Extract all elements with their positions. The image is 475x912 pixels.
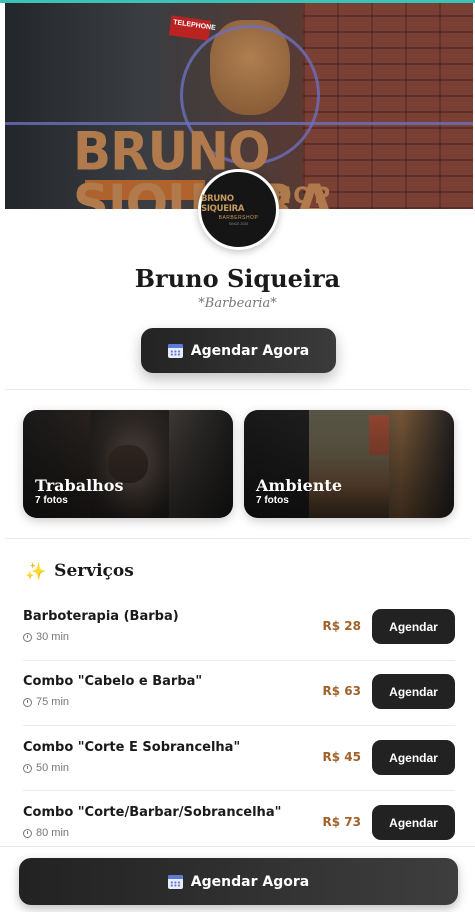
- service-item: Combo "Cabelo e Barba" 75 min R$ 63 Agen…: [23, 674, 455, 724]
- gallery-card-ambiente[interactable]: Ambiente 7 fotos: [244, 410, 454, 518]
- services-heading: ✨ Serviços: [25, 561, 134, 581]
- book-service-button[interactable]: Agendar: [372, 740, 455, 775]
- book-now-label: Agendar Agora: [190, 342, 310, 359]
- gallery-card-count: 7 fotos: [35, 495, 68, 506]
- service-duration-text: 80 min: [36, 827, 70, 839]
- service-duration-text: 50 min: [36, 762, 70, 774]
- book-now-button[interactable]: Agendar Agora: [141, 328, 336, 373]
- book-service-button[interactable]: Agendar: [372, 609, 455, 644]
- service-duration: 75 min: [23, 696, 69, 708]
- top-accent-line: [0, 0, 475, 3]
- service-duration-text: 75 min: [36, 696, 70, 708]
- clock-icon: [23, 632, 32, 642]
- calendar-icon: [167, 343, 183, 358]
- service-name: Barboterapia (Barba): [23, 609, 179, 624]
- business-logo: BRUNO SIQUEIRA BARBERSHOP SINCE 2020: [198, 169, 279, 250]
- section-divider: [5, 538, 470, 539]
- service-divider: [23, 660, 455, 661]
- clock-icon: [23, 828, 32, 838]
- logo-line-2: BARBERSHOP: [218, 214, 259, 221]
- service-duration: 30 min: [23, 631, 69, 643]
- logo-line-3: SINCE 2020: [228, 221, 249, 226]
- calendar-icon: [167, 874, 183, 889]
- gallery-card-title: Ambiente: [256, 476, 342, 495]
- section-divider: [5, 389, 470, 390]
- service-price: R$ 63: [322, 684, 361, 698]
- services-title: Serviços: [54, 561, 134, 581]
- sparkles-icon: ✨: [25, 561, 47, 581]
- service-name: Combo "Corte/Barbar/Sobrancelha": [23, 805, 282, 820]
- service-name: Combo "Corte E Sobrancelha": [23, 740, 241, 755]
- service-price: R$ 45: [322, 750, 361, 764]
- service-price: R$ 28: [322, 619, 361, 633]
- logo-line-1: BRUNO SIQUEIRA: [201, 193, 245, 214]
- sticky-book-now-button[interactable]: Agendar Agora: [19, 858, 458, 905]
- clock-icon: [23, 697, 32, 707]
- book-service-button[interactable]: Agendar: [372, 674, 455, 709]
- business-category: *Barbearia*: [198, 296, 277, 311]
- service-item: Combo "Corte E Sobrancelha" 50 min R$ 45…: [23, 740, 455, 790]
- sticky-book-now-label: Agendar Agora: [190, 873, 310, 890]
- service-item: Barboterapia (Barba) 30 min R$ 28 Agenda…: [23, 609, 455, 659]
- business-name: Bruno Siqueira: [134, 264, 341, 293]
- gallery-card-trabalhos[interactable]: Trabalhos 7 fotos: [23, 410, 233, 518]
- gallery-card-count: 7 fotos: [256, 495, 289, 506]
- service-divider: [23, 725, 455, 726]
- service-divider: [23, 790, 455, 791]
- service-duration-text: 30 min: [36, 631, 70, 643]
- service-name: Combo "Cabelo e Barba": [23, 674, 203, 689]
- service-duration: 50 min: [23, 762, 69, 774]
- service-price: R$ 73: [322, 815, 361, 829]
- gallery-card-title: Trabalhos: [35, 476, 124, 495]
- service-duration: 80 min: [23, 827, 69, 839]
- book-service-button[interactable]: Agendar: [372, 805, 455, 840]
- clock-icon: [23, 763, 32, 773]
